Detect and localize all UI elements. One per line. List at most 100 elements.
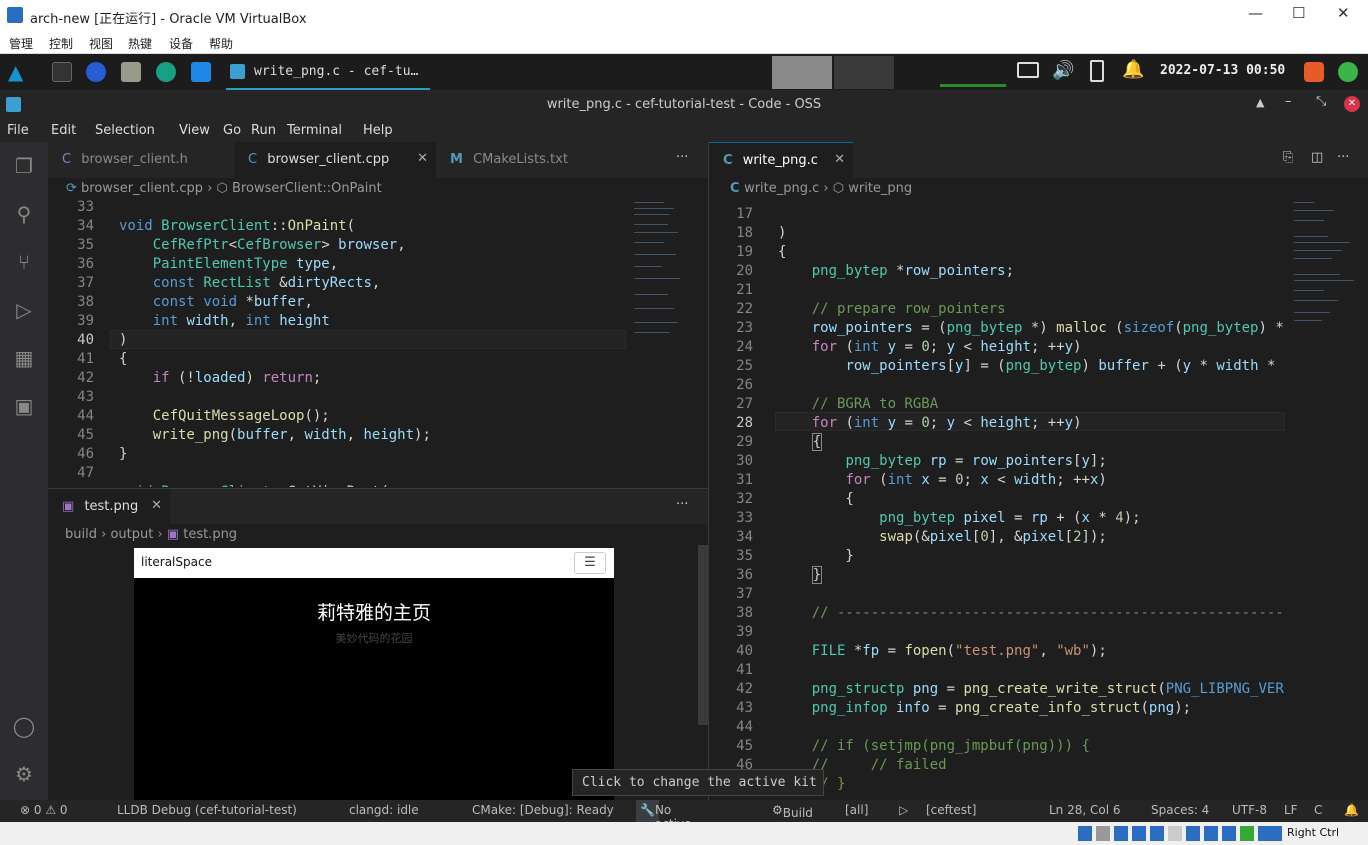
preview-scrollbar[interactable] [698, 545, 708, 725]
launch-icon[interactable]: ▷ [899, 803, 908, 817]
vbox-device-icons[interactable] [1078, 826, 1282, 841]
code-oss-icon [230, 64, 245, 79]
left-code[interactable]: void BrowserClient::OnPaint( CefRefPtr<C… [119, 198, 624, 487]
extensions-icon[interactable]: ▦ [12, 346, 36, 370]
right-code[interactable]: ){ png_bytep *row_pointers; // prepare r… [778, 205, 1284, 797]
run-debug-icon[interactable]: ▷ [12, 298, 36, 322]
build-target[interactable]: [all] [845, 803, 868, 817]
lock-icon[interactable] [1304, 62, 1324, 82]
launch-target[interactable]: [ceftest] [926, 803, 976, 817]
breadcrumb-build[interactable]: build [65, 527, 97, 542]
close-tab-icon[interactable]: ✕ [151, 498, 162, 513]
vbox-menu-help[interactable]: 帮助 [209, 35, 233, 52]
battery-icon[interactable] [1090, 60, 1104, 82]
indentation[interactable]: Spaces: 4 [1151, 803, 1209, 817]
breadcrumb-output[interactable]: output [110, 527, 153, 542]
terminal-icon[interactable] [52, 62, 72, 82]
app-icon[interactable] [156, 62, 176, 82]
workspace-2[interactable] [834, 56, 894, 89]
vbox-menu-view[interactable]: 视图 [89, 35, 113, 52]
build-label: Build [782, 806, 813, 820]
debug-config[interactable]: LLDB Debug (cef-tutorial-test) [117, 803, 297, 817]
encoding[interactable]: UTF-8 [1232, 803, 1267, 817]
cursor-position[interactable]: Ln 28, Col 6 [1049, 803, 1121, 817]
arch-logo-icon[interactable]: ▲ [8, 62, 28, 82]
cpp-file-icon: C [248, 152, 258, 167]
tab-browser-client-h[interactable]: C browser_client.h [48, 142, 234, 178]
volume-icon[interactable]: 🔊 [1052, 60, 1074, 81]
breadcrumb-file[interactable]: browser_client.cpp [81, 181, 203, 196]
desktop-icon[interactable] [191, 62, 211, 82]
menu-view[interactable]: View [179, 123, 210, 138]
preview-breadcrumb: build › output › ▣ test.png [65, 527, 238, 542]
more-actions-icon[interactable]: ··· [676, 497, 688, 512]
code-title-bar: write_png.c - cef-tutorial-test - Code -… [0, 90, 1368, 120]
more-actions-icon[interactable]: ··· [676, 150, 688, 165]
breadcrumb-test-png[interactable]: test.png [183, 527, 237, 542]
menu-terminal[interactable]: Terminal [287, 123, 342, 138]
more-actions-icon[interactable]: ··· [1337, 150, 1349, 165]
menu-selection[interactable]: Selection [95, 123, 155, 138]
close-icon[interactable]: ✕ [1337, 4, 1350, 22]
problems-indicator[interactable]: ⊗ 0 ⚠ 0 [20, 803, 68, 817]
tab-test-png[interactable]: ▣ test.png ✕ [48, 489, 170, 525]
notification-icon[interactable]: 🔔 [1122, 59, 1144, 80]
site-header: literalSpace ☰ [134, 548, 614, 578]
menu-file[interactable]: File [7, 123, 29, 138]
vbox-status-bar: Right Ctrl [0, 822, 1368, 845]
minimize-icon[interactable]: — [1248, 4, 1263, 22]
tab-browser-client-cpp[interactable]: C browser_client.cpp ✕ [234, 142, 436, 178]
right-line-numbers: 17 18 19 20 21 22 23 24 25 26 27 28 29 30 31 32 33 34 35 36… [736, 206, 753, 773]
activity-bar: ❐ ⚲ ⑂ ▷ ▦ ▣ ◯ ⚙ [0, 142, 48, 800]
restore-window-icon[interactable]: ⤡ [1316, 94, 1326, 109]
right-minimap[interactable] [1290, 198, 1356, 328]
menu-go[interactable]: Go [223, 123, 241, 138]
cmake-status[interactable]: CMake: [Debug]: Ready [472, 803, 614, 817]
keyboard-icon[interactable] [1017, 62, 1039, 78]
site-name: literalSpace [141, 555, 212, 569]
search-icon[interactable]: ⚲ [12, 202, 36, 226]
language-mode[interactable]: C [1314, 803, 1322, 817]
menu-help[interactable]: Help [363, 123, 393, 138]
left-minimap[interactable] [630, 198, 696, 348]
split-editor-icon[interactable]: ◫ [1311, 150, 1323, 165]
file-manager-icon[interactable] [121, 62, 141, 82]
notifications-icon[interactable]: 🔔 [1344, 803, 1359, 817]
close-tab-icon[interactable]: ✕ [834, 152, 845, 167]
remote-explorer-icon[interactable]: ▣ [12, 394, 36, 418]
clock[interactable]: 2022-07-13 00:50 [1160, 63, 1285, 78]
breadcrumb-symbol[interactable]: write_png [848, 181, 912, 196]
minimize-window-icon[interactable]: – [1285, 94, 1292, 109]
active-kit[interactable]: 🔧 No active kit [636, 800, 691, 845]
taskbar-item-code[interactable]: write_png.c - cef-tu… [226, 54, 430, 90]
clangd-status[interactable]: clangd: idle [349, 803, 419, 817]
vbox-menu-devices[interactable]: 设备 [169, 35, 193, 52]
vbox-menu-manage[interactable]: 管理 [9, 35, 33, 52]
workspace-1[interactable] [772, 56, 832, 89]
maximize-icon[interactable]: ☐ [1292, 4, 1305, 22]
menu-edit[interactable]: Edit [51, 123, 76, 138]
tab-write-png-c[interactable]: C write_png.c ✕ [709, 142, 853, 178]
compare-icon[interactable]: ⎘ [1283, 150, 1293, 165]
breadcrumb-symbol[interactable]: BrowserClient::OnPaint [232, 181, 382, 196]
left-tab-bar: C browser_client.h C browser_client.cpp … [48, 142, 708, 178]
cmake-file-icon: M [450, 152, 463, 167]
vbox-menu-hotkey[interactable]: 热键 [128, 35, 152, 52]
settings-gear-icon[interactable]: ⚙ [12, 762, 36, 786]
breadcrumb-file[interactable]: write_png.c [744, 181, 819, 196]
taskbar-item-label: write_png.c - cef-tu… [254, 64, 419, 79]
close-window-icon[interactable]: ✕ [1344, 96, 1360, 112]
eol[interactable]: LF [1284, 803, 1298, 817]
source-control-icon[interactable]: ⑂ [12, 250, 36, 274]
build-button[interactable]: ⚙ Build [772, 803, 813, 820]
image-file-icon: ▣ [62, 499, 75, 514]
accounts-icon[interactable]: ◯ [12, 714, 36, 738]
close-tab-icon[interactable]: ✕ [417, 151, 428, 166]
update-icon[interactable] [1338, 62, 1358, 82]
explorer-icon[interactable]: ❐ [12, 154, 36, 178]
vbox-menu-control[interactable]: 控制 [49, 35, 73, 52]
shade-icon[interactable]: ▲ [1256, 96, 1264, 109]
browser-icon[interactable] [86, 62, 106, 82]
tab-cmakelists[interactable]: M CMakeLists.txt [436, 142, 606, 178]
menu-run[interactable]: Run [251, 123, 276, 138]
